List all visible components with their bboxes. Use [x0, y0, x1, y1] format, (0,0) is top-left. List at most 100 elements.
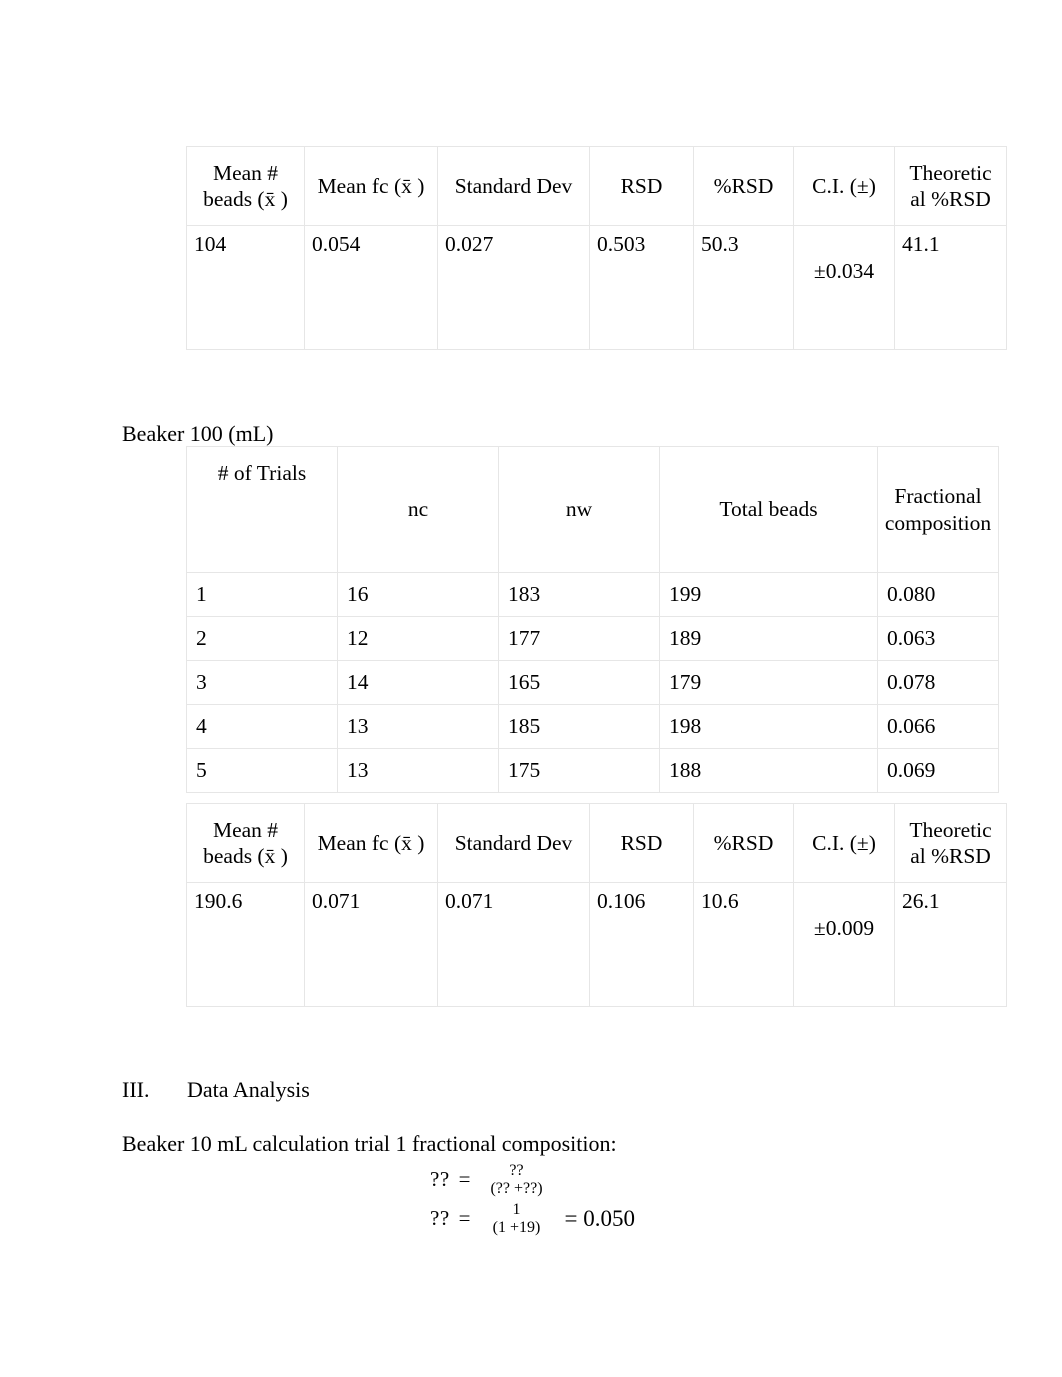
- calculation-intro: Beaker 10 mL calculation trial 1 fractio…: [122, 1131, 617, 1156]
- summary-table-100ml: Mean # beads (x̄ ) Mean fc (x̄ ) Standar…: [186, 803, 1007, 1007]
- header-line-1: Mean #: [212, 817, 279, 842]
- header-line-1: Mean fc (x̄ ): [317, 830, 425, 855]
- header-mean-fc: Mean fc (x̄ ): [304, 146, 438, 226]
- cell-ci: ±0.034: [793, 225, 895, 350]
- header-theoretical-pct-rsd: Theoretic al %RSD: [894, 146, 1007, 226]
- cell-nc: 16: [337, 572, 499, 617]
- header-total-beads: Total beads: [659, 446, 878, 573]
- header-mean-fc: Mean fc (x̄ ): [304, 803, 438, 883]
- cell-nw: 175: [498, 748, 660, 793]
- header-ci: C.I. (±): [793, 803, 895, 883]
- cell-mean-beads: 190.6: [186, 882, 305, 1007]
- header-nc: nc: [337, 446, 499, 573]
- header-standard-dev: Standard Dev: [437, 146, 590, 226]
- cell-fc: 0.063: [877, 616, 999, 661]
- header-mean-beads: Mean # beads (x̄ ): [186, 146, 305, 226]
- section-heading: III. Data Analysis: [122, 1077, 310, 1103]
- cell-total: 199: [659, 572, 878, 617]
- cell-trial: 2: [186, 616, 338, 661]
- cell-standard-dev: 0.071: [437, 882, 590, 1007]
- table-row: 104 0.054 0.027 0.503 50.3 ±0.034 41.1: [186, 225, 1007, 350]
- header-fractional-composition: Fractional composition: [877, 446, 999, 573]
- table-row: 4 13 185 198 0.066: [186, 704, 999, 749]
- section-number: III.: [122, 1077, 150, 1102]
- cell-theoretical-pct-rsd: 41.1: [894, 225, 1007, 350]
- cell-nc: 14: [337, 660, 499, 705]
- header-rsd: RSD: [589, 146, 694, 226]
- header-line-2: beads (x̄ ): [203, 844, 288, 868]
- equation-1-equals: =: [458, 1167, 471, 1191]
- header-line-1: Mean #: [212, 160, 279, 185]
- header-line-1: nw: [565, 497, 593, 522]
- table-row: 3 14 165 179 0.078: [186, 660, 999, 705]
- equation-1: ?? = ?? (?? +??): [430, 1160, 635, 1199]
- cell-nc: 13: [337, 748, 499, 793]
- header-num-trials: # of Trials: [186, 446, 338, 573]
- cell-rsd: 0.503: [589, 225, 694, 350]
- cell-total: 189: [659, 616, 878, 661]
- document-page: Mean # beads (x̄ ) Mean fc (x̄ ) Standar…: [0, 0, 1062, 1377]
- cell-trial: 4: [186, 704, 338, 749]
- cell-mean-fc: 0.054: [304, 225, 438, 350]
- cell-ci-value: ±0.009: [813, 916, 875, 940]
- equation-2-equals: =: [458, 1206, 471, 1230]
- cell-total: 188: [659, 748, 878, 793]
- header-ci: C.I. (±): [793, 146, 895, 226]
- cell-ci: ±0.009: [793, 882, 895, 1007]
- cell-nw: 183: [498, 572, 660, 617]
- section-title: Data Analysis: [187, 1077, 310, 1102]
- cell-mean-fc: 0.071: [304, 882, 438, 1007]
- header-line-1: C.I. (±): [812, 830, 876, 855]
- cell-nc: 13: [337, 704, 499, 749]
- summary-table-10ml: Mean # beads (x̄ ) Mean fc (x̄ ) Standar…: [186, 146, 1007, 350]
- header-line-1: Standard Dev: [454, 173, 573, 198]
- header-standard-dev: Standard Dev: [437, 803, 590, 883]
- table-header-row: Mean # beads (x̄ ) Mean fc (x̄ ) Standar…: [186, 146, 1007, 226]
- cell-pct-rsd: 50.3: [693, 225, 794, 350]
- header-theoretical-pct-rsd: Theoretic al %RSD: [894, 803, 1007, 883]
- cell-mean-beads: 104: [186, 225, 305, 350]
- cell-fc: 0.080: [877, 572, 999, 617]
- equation-block: ?? = ?? (?? +??) ?? = 1 (1 +19) = 0.050: [430, 1160, 635, 1238]
- cell-nw: 185: [498, 704, 660, 749]
- header-line-1: Mean fc (x̄ ): [317, 173, 425, 198]
- header-line-1: RSD: [620, 830, 663, 855]
- equation-2-tail: = 0.050: [564, 1205, 635, 1231]
- cell-trial: 1: [186, 572, 338, 617]
- cell-ci-value: ±0.034: [813, 259, 875, 283]
- equation-1-lhs: ??: [430, 1167, 450, 1191]
- header-line-1: Theoretic: [909, 817, 992, 842]
- table-row: 1 16 183 199 0.080: [186, 572, 999, 617]
- equation-1-numerator: ??: [509, 1161, 524, 1179]
- cell-pct-rsd: 10.6: [693, 882, 794, 1007]
- header-pct-rsd: %RSD: [693, 146, 794, 226]
- header-line-1: nc: [407, 497, 429, 522]
- trials-table-100ml: # of Trials nc nw Total beads Fractional…: [186, 446, 999, 793]
- header-line-2: al %RSD: [910, 844, 991, 868]
- equation-1-fraction: ?? (?? +??): [480, 1161, 554, 1197]
- header-line-2: al %RSD: [910, 187, 991, 211]
- header-line-1: Total beads: [719, 497, 818, 522]
- cell-fc: 0.069: [877, 748, 999, 793]
- table-row: 190.6 0.071 0.071 0.106 10.6 ±0.009 26.1: [186, 882, 1007, 1007]
- header-line-1: Fractional: [894, 483, 982, 508]
- cell-nw: 165: [498, 660, 660, 705]
- header-line-1: %RSD: [713, 830, 774, 855]
- header-line-1: C.I. (±): [812, 173, 876, 198]
- header-line-1: %RSD: [713, 173, 774, 198]
- equation-2: ?? = 1 (1 +19) = 0.050: [430, 1199, 635, 1238]
- header-line-2: composition: [884, 510, 992, 535]
- cell-total: 198: [659, 704, 878, 749]
- equation-2-numerator: 1: [512, 1200, 521, 1218]
- cell-trial: 3: [186, 660, 338, 705]
- header-pct-rsd: %RSD: [693, 803, 794, 883]
- cell-nw: 177: [498, 616, 660, 661]
- table-header-row: # of Trials nc nw Total beads Fractional…: [186, 446, 999, 573]
- equation-2-denominator: (1 +19): [492, 1218, 541, 1236]
- equation-1-denominator: (?? +??): [490, 1179, 543, 1197]
- header-rsd: RSD: [589, 803, 694, 883]
- header-mean-beads: Mean # beads (x̄ ): [186, 803, 305, 883]
- table-row: 5 13 175 188 0.069: [186, 748, 999, 793]
- cell-fc: 0.078: [877, 660, 999, 705]
- equation-2-lhs: ??: [430, 1206, 450, 1230]
